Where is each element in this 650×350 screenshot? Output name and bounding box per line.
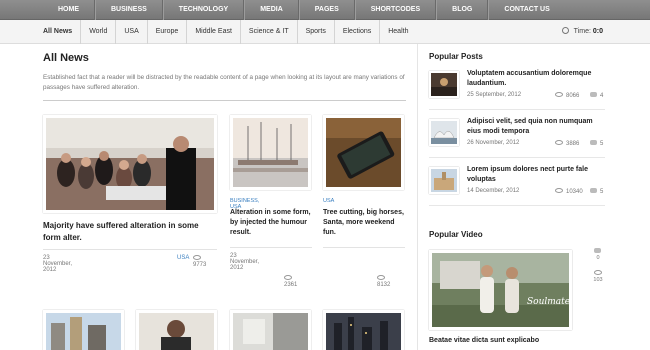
popular-post-item[interactable]: Adipisci velit, sed quia non numquam eiu… [429, 114, 605, 158]
popular-post-date: 26 November, 2012 [467, 140, 520, 146]
category-sports[interactable]: Sports [298, 20, 335, 44]
video-likes: 0 [591, 248, 605, 261]
divider [43, 100, 406, 101]
popular-post-comments: 5 [590, 140, 603, 147]
popular-post-separator [429, 205, 605, 206]
popular-post-title[interactable]: Voluptatem accusantium doloremque laudan… [467, 69, 605, 89]
popular-posts-heading: Popular Posts [429, 52, 483, 61]
popular-post-comments: 4 [590, 92, 603, 99]
popular-post-views: 8066 [555, 92, 579, 99]
eye-icon [193, 255, 201, 260]
article-image-person[interactable] [136, 310, 217, 350]
popular-video-player[interactable]: Soulmates [429, 250, 572, 330]
popular-post-date: 25 September, 2012 [467, 92, 522, 98]
comment-icon [590, 92, 597, 97]
category-middle-east[interactable]: Middle East [187, 20, 241, 44]
video-caption[interactable]: Beatae vitae dicta sunt explicabo [429, 337, 539, 344]
popular-post-views: 10340 [555, 188, 583, 195]
heart-icon [594, 248, 601, 253]
featured-category[interactable]: USA [177, 255, 189, 261]
popular-post-separator [429, 157, 605, 158]
eye-icon [377, 275, 385, 280]
time-label: Time: [573, 28, 591, 35]
eye-icon [555, 92, 563, 97]
eye-icon [284, 275, 292, 280]
popular-post-thumbnail[interactable] [429, 71, 459, 98]
nav-item-business[interactable]: BUSINESS [95, 0, 163, 20]
popular-post-date: 14 December, 2012 [467, 188, 520, 194]
comment-icon [590, 188, 597, 193]
popular-post-views-count: 10340 [566, 189, 583, 195]
popular-post-separator [429, 109, 605, 110]
article-image-skyline[interactable] [323, 310, 404, 350]
eye-icon [555, 188, 563, 193]
popular-video-heading: Popular Video [429, 230, 483, 239]
featured-views: 9773 [193, 255, 206, 268]
nav-item-technology[interactable]: TECHNOLOGY [162, 0, 245, 20]
nav-item-media[interactable]: MEDIA [244, 0, 299, 20]
popular-post-title[interactable]: Lorem ipsum dolores nect purte fale volu… [467, 165, 605, 185]
popular-post-item[interactable]: Voluptatem accusantium doloremque laudan… [429, 66, 605, 110]
popular-post-views-count: 8066 [566, 93, 580, 99]
comment-icon [590, 140, 597, 145]
article-title[interactable]: Tree cutting, big horses, Santa, more we… [323, 208, 405, 238]
popular-post-thumbnail[interactable] [429, 167, 459, 194]
page-title: All News [43, 52, 89, 64]
category-science-it[interactable]: Science & IT [241, 20, 298, 44]
popular-post-title[interactable]: Adipisci velit, sed quia non numquam eiu… [467, 117, 605, 137]
article-views: 2361 [284, 275, 297, 288]
popular-post-item[interactable]: Lorem ipsum dolores nect purte fale volu… [429, 162, 605, 206]
popular-post-comments-count: 5 [600, 189, 604, 195]
article-image-interior[interactable] [230, 310, 311, 350]
nav-item-shortcodes[interactable]: SHORTCODES [354, 0, 437, 20]
category-elections[interactable]: Elections [335, 20, 381, 44]
nav-item-contact[interactable]: CONTACT US [488, 0, 564, 20]
article-image-phone[interactable] [323, 115, 404, 190]
main-navigation: HOME BUSINESS TECHNOLOGY MEDIA PAGES SHO… [0, 0, 650, 20]
article-image-harbor[interactable] [230, 115, 311, 190]
article-category[interactable]: USA [323, 198, 334, 204]
eye-icon [555, 140, 563, 145]
category-health[interactable]: Health [380, 20, 416, 44]
article-separator [323, 247, 405, 248]
article-views-count: 2361 [284, 282, 298, 288]
article-image-city[interactable] [43, 310, 124, 350]
featured-date: 23 November, 2012 [43, 255, 73, 273]
popular-post-comments-count: 5 [600, 141, 604, 147]
article-views: 8132 [377, 275, 390, 288]
featured-title[interactable]: Majority have suffered alteration in som… [43, 220, 215, 244]
page-intro: Established fact that a reader will be d… [43, 74, 405, 91]
video-views: 103 [591, 270, 605, 283]
video-overlay-text: Soulmates [527, 297, 572, 307]
category-navigation: All News World USA Europe Middle East Sc… [0, 20, 650, 44]
popular-post-comments-count: 4 [600, 93, 604, 99]
nav-item-blog[interactable]: BLOG [436, 0, 489, 20]
popular-post-thumbnail[interactable] [429, 119, 459, 146]
video-likes-count: 0 [596, 255, 600, 261]
category-europe[interactable]: Europe [148, 20, 188, 44]
popular-post-views: 3886 [555, 140, 579, 147]
article-title[interactable]: Alteration in some form, by injected the… [230, 208, 312, 238]
time-display: Time: 0:0 [561, 20, 603, 44]
popular-post-views-count: 3886 [566, 141, 580, 147]
nav-item-home[interactable]: HOME [43, 0, 95, 20]
eye-icon [594, 270, 602, 275]
category-usa[interactable]: USA [116, 20, 148, 44]
time-value: 0:0 [592, 28, 603, 35]
article-date: 23 November, 2012 [230, 253, 260, 271]
featured-separator [43, 249, 217, 250]
article-separator [230, 247, 312, 248]
nav-item-pages[interactable]: PAGES [298, 0, 355, 20]
clock-icon [561, 27, 569, 34]
sidebar: Popular Posts Voluptatem accusantium dol… [417, 44, 610, 350]
category-world[interactable]: World [81, 20, 117, 44]
popular-post-comments: 5 [590, 188, 603, 195]
article-views-count: 8132 [377, 282, 391, 288]
featured-views-count: 9773 [193, 262, 207, 268]
video-views-count: 103 [593, 277, 603, 283]
category-all-news[interactable]: All News [43, 20, 82, 44]
featured-image[interactable] [43, 115, 217, 213]
